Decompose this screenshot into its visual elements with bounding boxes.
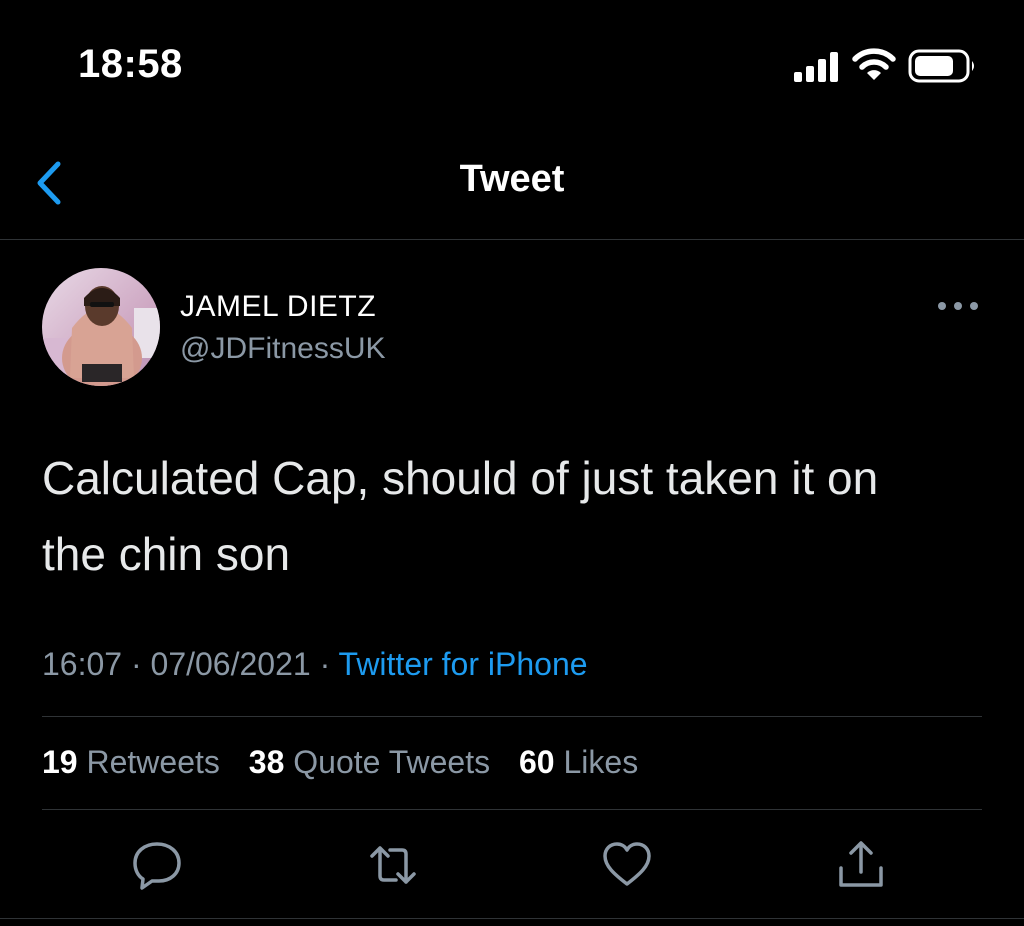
- tweet-stats: 19 Retweets 38 Quote Tweets 60 Likes: [42, 744, 658, 781]
- share-icon[interactable]: [834, 838, 888, 892]
- likes-count: 60: [519, 744, 555, 780]
- quote-tweets-label: Quote Tweets: [293, 744, 491, 780]
- tweet-text-line: the chin son: [42, 528, 291, 580]
- avatar-image: [42, 268, 160, 386]
- likes-stat[interactable]: 60 Likes: [519, 744, 638, 780]
- meta-separator: ·: [130, 646, 142, 682]
- author-handle[interactable]: @JDFitnessUK: [180, 332, 386, 366]
- battery-icon: [908, 49, 974, 83]
- likes-label: Likes: [563, 744, 639, 780]
- tweet-date: 07/06/2021: [150, 646, 311, 682]
- retweet-icon[interactable]: [366, 838, 420, 892]
- tweet-text: Calculated Cap, should of just taken it …: [42, 440, 992, 592]
- avatar[interactable]: [42, 268, 160, 386]
- like-icon[interactable]: [600, 838, 654, 892]
- reply-icon[interactable]: [130, 838, 184, 892]
- quote-tweets-count: 38: [248, 744, 285, 780]
- tweet-time: 16:07: [42, 646, 123, 682]
- divider: [42, 716, 982, 717]
- status-bar: 18:58: [0, 0, 1024, 130]
- cellular-signal-icon: [794, 52, 838, 82]
- divider: [42, 809, 982, 810]
- retweets-count: 19: [42, 744, 78, 780]
- nav-bar: Tweet: [0, 130, 1024, 240]
- wifi-icon: [852, 48, 896, 80]
- tweet-source-link[interactable]: Twitter for iPhone: [339, 646, 588, 682]
- author-display-name[interactable]: JAMEL DIETZ: [180, 290, 376, 324]
- retweets-stat[interactable]: 19 Retweets: [42, 744, 229, 780]
- status-time: 18:58: [78, 42, 183, 86]
- quote-tweets-stat[interactable]: 38 Quote Tweets: [249, 744, 499, 780]
- tweet-text-line: Calculated Cap, should of just taken it …: [42, 452, 879, 504]
- ellipsis-icon[interactable]: [936, 296, 980, 316]
- page-title: Tweet: [459, 158, 565, 200]
- bottom-divider: [0, 918, 1024, 919]
- tweet-meta: 16:07 · 07/06/2021 · Twitter for iPhone: [42, 646, 588, 683]
- retweets-label: Retweets: [86, 744, 220, 780]
- meta-separator: ·: [319, 646, 331, 682]
